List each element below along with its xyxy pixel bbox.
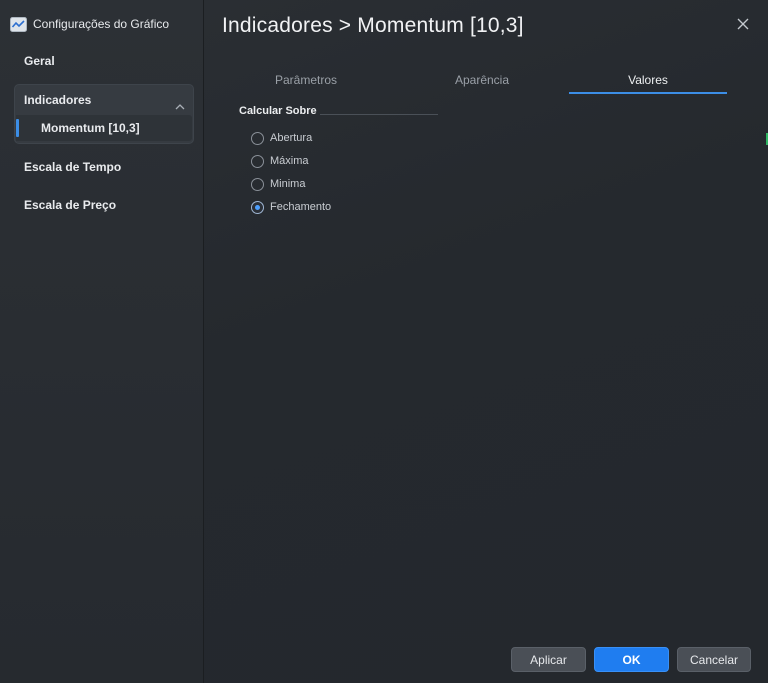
radio-button-selected[interactable] xyxy=(251,200,264,214)
radio-label: Minima xyxy=(270,178,306,190)
sidebar-item-general[interactable]: Geral xyxy=(14,46,194,76)
radio-button[interactable] xyxy=(251,177,264,191)
section-title: Calcular Sobre xyxy=(239,105,317,117)
radio-button[interactable] xyxy=(251,154,264,168)
sidebar-group-indicators: Indicadores Momentum [10,3] xyxy=(14,84,194,144)
radio-button[interactable] xyxy=(251,131,264,145)
sidebar-item-momentum[interactable]: Momentum [10,3] xyxy=(16,115,192,141)
radio-label: Máxima xyxy=(270,155,309,167)
sidebar-item-label: Momentum [10,3] xyxy=(41,121,140,135)
chart-settings-dialog: Configurações do Gráfico Geral Indicador… xyxy=(0,0,768,683)
app-title-text: Configurações do Gráfico xyxy=(33,17,170,31)
tab-appearance[interactable]: Aparência xyxy=(403,68,561,94)
close-icon[interactable] xyxy=(736,17,750,31)
radio-label: Fechamento xyxy=(270,201,332,213)
tab-values[interactable]: Valores xyxy=(569,68,727,94)
tab-bar: Parâmetros Aparência Valores xyxy=(227,68,727,94)
section-divider xyxy=(320,114,438,115)
ok-button[interactable]: OK xyxy=(594,647,669,672)
chart-line-icon xyxy=(10,16,27,32)
app-title: Configurações do Gráfico xyxy=(10,14,169,34)
chevron-up-icon[interactable] xyxy=(174,94,186,110)
sidebar-item-indicators[interactable]: Indicadores xyxy=(15,85,193,115)
sidebar-item-label: Indicadores xyxy=(24,93,92,107)
sidebar: Configurações do Gráfico Geral Indicador… xyxy=(0,0,204,683)
main-panel: Indicadores > Momentum [10,3] Parâmetros… xyxy=(205,0,768,683)
sidebar-item-price-scale[interactable]: Escala de Preço xyxy=(14,190,194,220)
tab-parameters[interactable]: Parâmetros xyxy=(227,68,385,94)
sidebar-item-time-scale[interactable]: Escala de Tempo xyxy=(14,152,194,182)
radio-high[interactable]: Máxima xyxy=(251,153,309,169)
page-title: Indicadores > Momentum [10,3] xyxy=(222,14,524,37)
selected-marker xyxy=(16,119,19,137)
radio-open[interactable]: Abertura xyxy=(251,130,312,146)
cancel-button[interactable]: Cancelar xyxy=(677,647,751,672)
apply-button[interactable]: Aplicar xyxy=(511,647,586,672)
radio-low[interactable]: Minima xyxy=(251,176,305,192)
radio-close[interactable]: Fechamento xyxy=(251,199,331,215)
radio-label: Abertura xyxy=(270,132,313,144)
